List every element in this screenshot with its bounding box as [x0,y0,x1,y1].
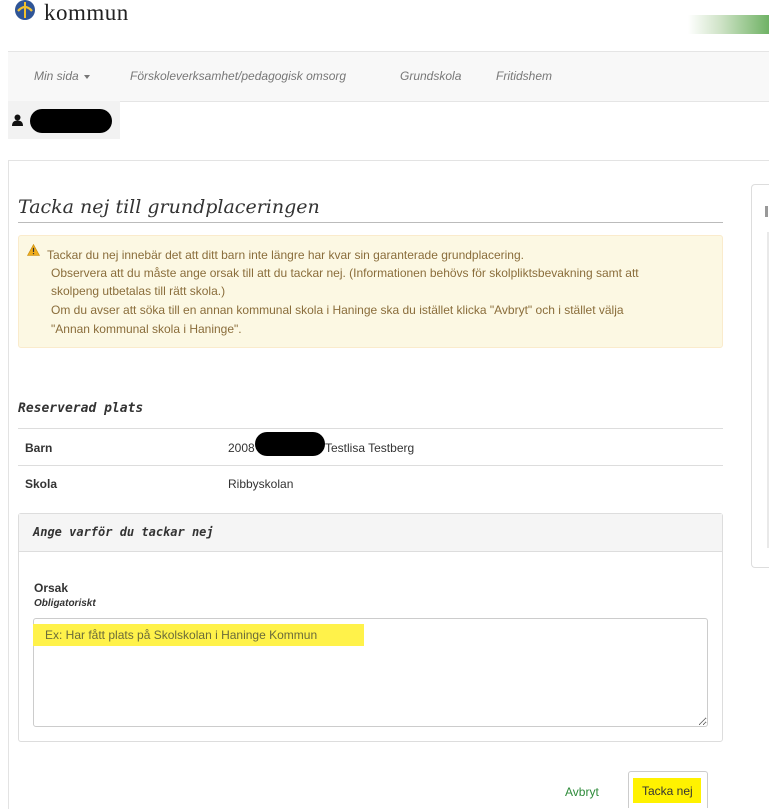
nav-item-grundskola[interactable]: Grundskola [400,69,461,83]
caret-down-icon [83,74,90,79]
row-value-barn: Testlisa Testberg [325,441,415,455]
table-row-divider [18,428,723,429]
table-row-divider [18,465,723,466]
title-divider [18,222,723,223]
header-brand[interactable]: kommun [14,0,129,36]
nav-item-label: Min sida [34,69,79,83]
user-icon [12,114,23,126]
redacted-personal-number [255,432,325,456]
alert-line: Observera att du måste ange orsak till a… [51,266,639,280]
user-bar [8,101,120,139]
warning-icon [27,244,40,256]
reason-form-header: Ange varför du tackar nej [19,514,722,552]
municipality-logo-icon [15,0,35,20]
alert-line: skolpeng utbetalas till rätt skola.) [51,284,226,298]
nav-item-forskoleverksamhet[interactable]: Förskoleverksamhet/pedagogisk omsorg [130,69,346,83]
brand-text: kommun [44,0,129,25]
row-label-skola: Skola [25,477,58,491]
redacted-username [30,109,112,133]
alert-line: Tackar du nej innebär det att ditt barn … [47,248,524,262]
reason-field-label: Orsak [34,581,69,595]
side-panel-heading-fragment [765,206,768,217]
cancel-link[interactable]: Avbryt [565,785,599,799]
reserved-section-title: Reserverad plats [18,401,144,416]
header-decoration [688,15,769,34]
alert-line: Om du avser att söka till en annan kommu… [51,303,624,317]
decline-button[interactable]: Tacka nej [628,771,708,808]
row-label-barn: Barn [25,441,53,455]
reason-form-title: Ange varför du tackar nej [33,525,214,539]
alert-line: "Annan kommunal skola i Haninge". [51,322,242,336]
required-hint: Obligatoriskt [34,598,96,609]
row-value-barn-prefix: 2008 [228,441,255,455]
nav-item-min-sida[interactable]: Min sida [34,69,90,83]
warning-alert: Tackar du nej innebär det att ditt barn … [18,235,723,348]
page-title: Tacka nej till grundplaceringen [18,196,320,218]
decline-button-label: Tacka nej [642,784,693,798]
main-navbar: Min sida Förskoleverksamhet/pedagogisk o… [8,51,769,102]
placeholder-highlight [33,624,364,646]
nav-item-fritidshem[interactable]: Fritidshem [496,69,552,83]
row-value-skola: Ribbyskolan [228,477,294,491]
